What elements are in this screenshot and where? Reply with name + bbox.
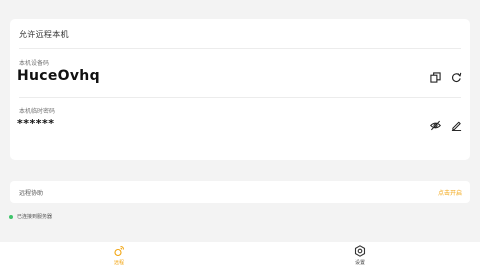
copy-icon <box>430 72 441 83</box>
nav-settings-label: 设置 <box>354 260 365 266</box>
status-text: 已连接到服务器 <box>17 214 53 220</box>
eye-off-icon <box>430 120 441 131</box>
divider <box>19 97 461 98</box>
edit-password-button[interactable] <box>450 119 463 132</box>
remote-icon <box>114 246 124 257</box>
gear-icon <box>354 245 366 257</box>
toggle-password-visibility-button[interactable] <box>429 119 442 132</box>
remote-device-card: 允许远程本机 本机设备码 HuceOvhq 本机临时密码 ****** <box>10 19 470 160</box>
temp-password-value: ****** <box>17 117 55 130</box>
nav-tab-remote[interactable]: 远程 <box>99 245 139 266</box>
card-title: 允许远程本机 <box>19 30 69 39</box>
bottom-nav: 远程 设置 <box>0 242 480 270</box>
temp-password-label: 本机临时密码 <box>19 108 56 115</box>
app-window: 允许远程本机 本机设备码 HuceOvhq 本机临时密码 ****** 远程协助… <box>0 0 480 270</box>
divider <box>19 48 461 49</box>
nav-tab-settings[interactable]: 设置 <box>340 245 380 266</box>
remote-control-enable-link[interactable]: 点击开启 <box>438 188 462 197</box>
nav-remote-label: 远程 <box>113 260 124 266</box>
edit-icon <box>451 121 462 131</box>
remote-control-row: 远程协助 点击开启 <box>10 181 470 203</box>
device-code-value: HuceOvhq <box>17 68 100 84</box>
refresh-button[interactable] <box>450 71 463 84</box>
status-dot-icon <box>9 214 13 219</box>
copy-button[interactable] <box>429 71 442 84</box>
remote-control-label: 远程协助 <box>19 190 44 197</box>
device-code-label: 本机设备码 <box>19 60 50 67</box>
connection-status: 已连接到服务器 <box>9 213 52 220</box>
refresh-icon <box>452 72 462 82</box>
